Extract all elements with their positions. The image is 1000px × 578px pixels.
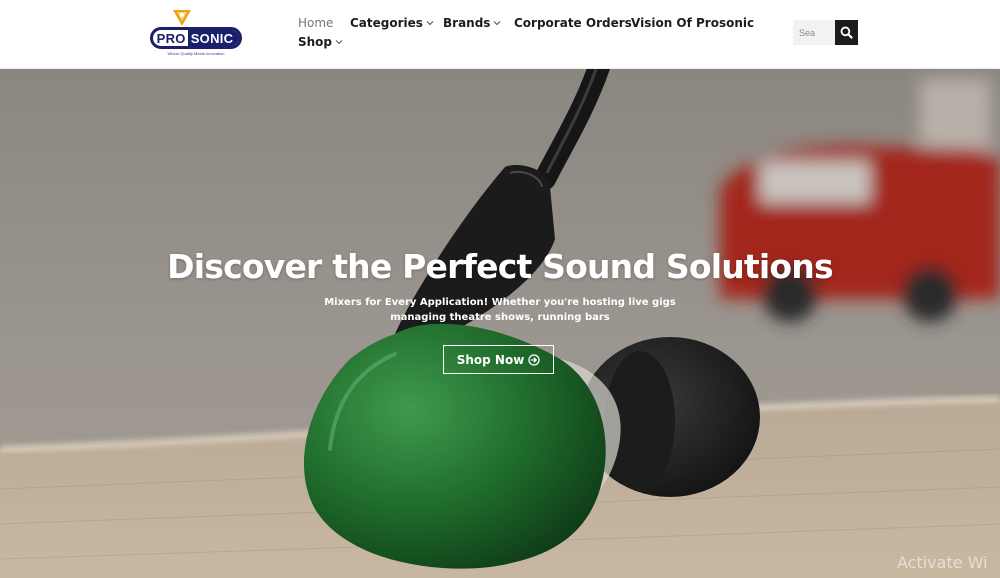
nav-shop[interactable]: Shop bbox=[298, 33, 343, 51]
nav-brands[interactable]: Brands bbox=[443, 14, 501, 32]
nav-corporate-orders[interactable]: Corporate Orders bbox=[514, 14, 632, 32]
search-box bbox=[793, 20, 858, 45]
nav-home-label: Home bbox=[298, 16, 334, 30]
hero-title: Discover the Perfect Sound Solutions bbox=[167, 247, 833, 286]
logo-emblem-icon bbox=[173, 10, 191, 26]
search-input[interactable] bbox=[793, 20, 835, 45]
shop-now-label: Shop Now bbox=[456, 352, 525, 367]
windows-activation-watermark: Activate Wi bbox=[897, 553, 988, 572]
logo-text-sonic: SONIC bbox=[187, 30, 239, 46]
shop-now-button[interactable]: Shop Now bbox=[443, 345, 554, 374]
hero-subtitle: Mixers for Every Application! Whether yo… bbox=[0, 295, 1000, 325]
logo-text-pro: PRO bbox=[156, 30, 186, 46]
chevron-down-icon bbox=[494, 21, 501, 26]
nav-shop-label: Shop bbox=[298, 35, 333, 49]
nav-corporate-orders-label: Corporate Orders bbox=[514, 16, 632, 30]
nav-home[interactable]: Home bbox=[298, 14, 333, 32]
hero-banner: Discover the Perfect Sound Solutions Mix… bbox=[0, 69, 1000, 578]
search-button[interactable] bbox=[835, 20, 858, 45]
site-header: PRO SONIC Where Quality Meets Innovation… bbox=[0, 0, 1000, 69]
arrow-circle-right-icon bbox=[528, 353, 540, 366]
nav-categories[interactable]: Categories bbox=[350, 14, 434, 32]
search-icon bbox=[840, 26, 853, 39]
nav-brands-label: Brands bbox=[443, 16, 491, 30]
prosonic-logo[interactable]: PRO SONIC Where Quality Meets Innovation bbox=[150, 8, 242, 58]
hero-subtitle-line-1: Mixers for Every Application! Whether yo… bbox=[324, 297, 676, 308]
logo-tagline: Where Quality Meets Innovation bbox=[167, 51, 225, 56]
hero-subtitle-line-2: managing theatre shows, running bars bbox=[390, 312, 610, 323]
logo-wordmark: PRO SONIC bbox=[150, 27, 242, 49]
nav-categories-label: Categories bbox=[350, 16, 423, 30]
chevron-down-icon bbox=[335, 40, 343, 45]
chevron-down-icon bbox=[426, 21, 434, 26]
nav-vision-of-prosonic[interactable]: Vision Of Prosonic bbox=[631, 14, 754, 32]
nav-vision-label: Vision Of Prosonic bbox=[631, 16, 755, 30]
